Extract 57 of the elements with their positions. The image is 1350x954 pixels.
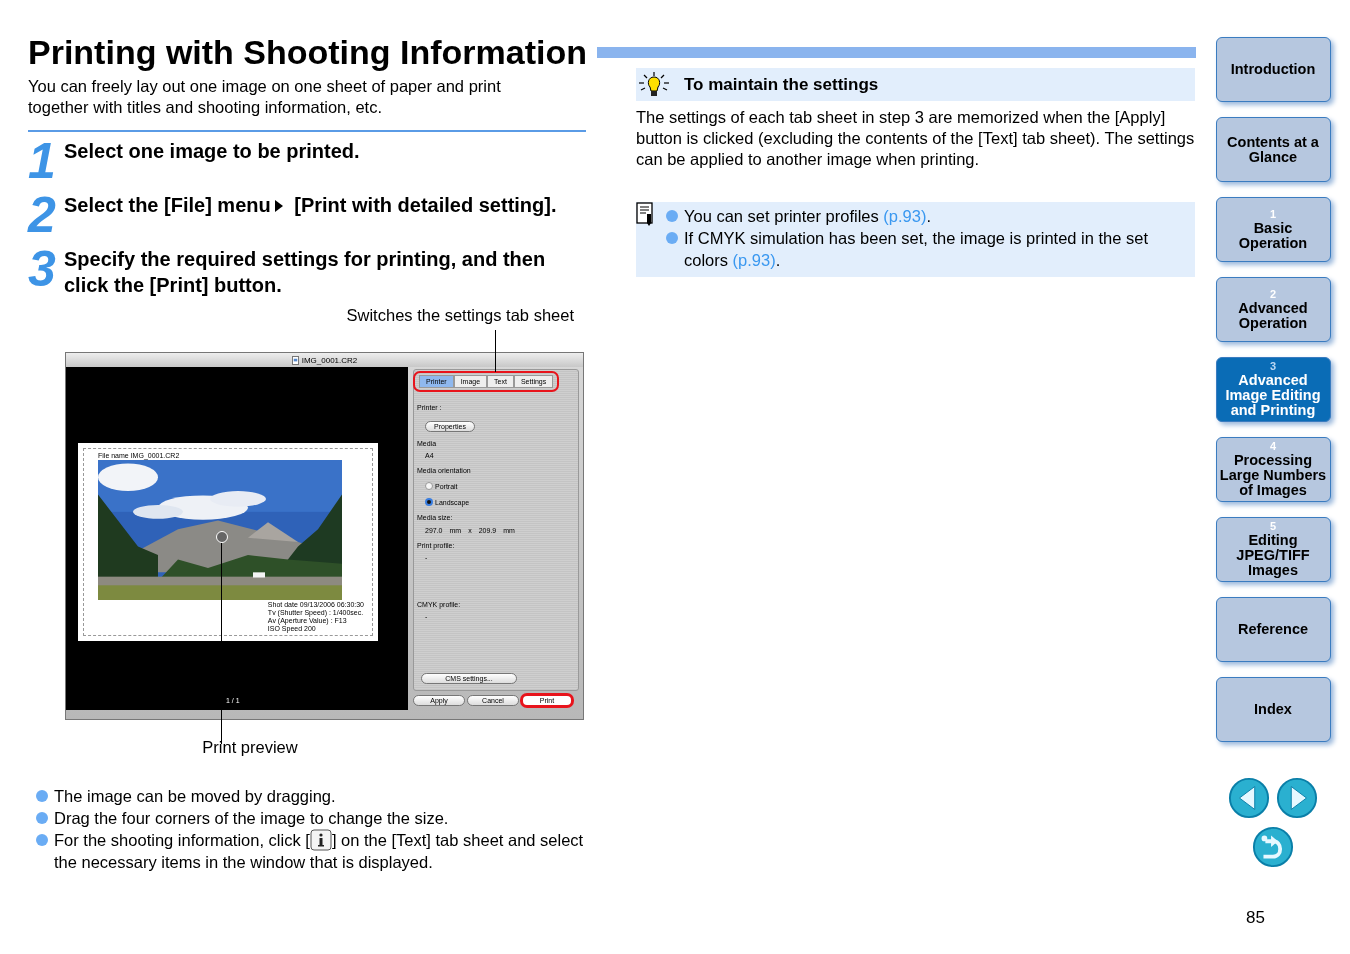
previous-page-icon[interactable] — [1228, 777, 1270, 819]
bullet-text: The image can be moved by dragging. — [54, 786, 337, 807]
chapter-label: Introduction — [1230, 62, 1316, 77]
chapter-nav-button[interactable]: Introduction — [1215, 37, 1331, 102]
chapter-number: 5 — [1269, 521, 1277, 532]
chapter-nav-button[interactable]: 3 Advanced Image Editing and Printing — [1215, 357, 1331, 422]
chapter-label: Editing JPEG/TIFF Images — [1235, 533, 1311, 578]
return-icon[interactable] — [1252, 826, 1294, 868]
light-bulb-icon — [638, 71, 670, 98]
step-text: Specify the required settings for printing, and then click the [Print] button. — [64, 248, 546, 296]
radio-button[interactable] — [425, 498, 433, 506]
chapter-nav-button[interactable]: Reference — [1215, 597, 1331, 662]
memo-text: You can set printer profiles (p.93). — [684, 206, 933, 227]
tip-title: To maintain the settings — [684, 74, 879, 95]
memo-text: If CMYK simulation has been set, the image is printed in the set colors (p.93). — [684, 228, 1150, 271]
chapter-label: Reference — [1237, 622, 1309, 637]
bullet-text: For the shooting information, click [ ] on the [Text] tab sheet and select the necessary items in the window that is displayed. — [54, 829, 585, 873]
chapter-label: Advanced Image Editing and Printing — [1224, 373, 1322, 418]
chapter-number: 1 — [1269, 208, 1277, 220]
bullet-icon — [666, 232, 678, 244]
chapter-label: Advanced Operation — [1237, 300, 1309, 331]
chapter-nav-button[interactable]: 4 Processing Large Numbers of Images — [1215, 437, 1331, 502]
chapter-nav-button[interactable]: 1 Basic Operation — [1215, 197, 1331, 262]
chapter-nav-button[interactable]: 5 Editing JPEG/TIFF Images — [1215, 517, 1331, 582]
bullet-icon — [36, 790, 48, 802]
page-title: Printing with Shooting Information — [28, 32, 588, 72]
leader-line — [495, 330, 496, 372]
file-icon — [291, 355, 299, 365]
bullet-icon — [666, 210, 678, 222]
chapter-nav-button[interactable]: Contents at a Glance — [1215, 117, 1331, 182]
bullet-icon — [36, 834, 48, 846]
radio-button[interactable] — [425, 482, 433, 490]
chapter-number: 4 — [1269, 441, 1277, 452]
chapter-nav-button[interactable]: Index — [1215, 677, 1331, 742]
step-text: Select one image to be printed. — [64, 140, 360, 162]
memo-pencil-icon — [636, 202, 654, 226]
callout-label: Print preview — [202, 738, 298, 756]
intro-text: You can freely lay out one image on one sheet of paper and print together with titles and shooting information, etc. — [28, 76, 502, 118]
chapter-number: 2 — [1269, 288, 1277, 300]
arrow-right-icon — [274, 200, 283, 212]
window-title: IMG_0001.CR2 — [301, 355, 358, 365]
chapter-label: Index — [1254, 702, 1292, 717]
tip-text: The settings of each tab sheet in step 3 are memorized when the [Apply] button is clicked (excluding the contents of the [Text] tab sheet). The settings can be applied to another image when printing. — [636, 107, 1195, 170]
chapter-label: Processing Large Numbers of Images — [1218, 453, 1328, 498]
step-text: Select the [File] menu — [64, 194, 271, 216]
chapter-nav-button[interactable]: 2 Advanced Operation — [1215, 277, 1331, 342]
info-button-icon — [309, 829, 332, 851]
step-text: [Print with detailed setting]. — [294, 194, 557, 216]
chapter-label: Basic Operation — [1237, 220, 1309, 251]
page-number: 85 — [1246, 908, 1265, 928]
bullet-text: Drag the four corners of the image to change the size. — [54, 808, 450, 829]
bullet-icon — [36, 812, 48, 824]
step-number: 1 — [28, 138, 52, 184]
chapter-label: Contents at a Glance — [1226, 134, 1320, 165]
next-page-icon[interactable] — [1276, 777, 1318, 819]
callout-label: Switches the settings tab sheet — [346, 306, 574, 324]
chapter-number: 3 — [1269, 361, 1277, 372]
